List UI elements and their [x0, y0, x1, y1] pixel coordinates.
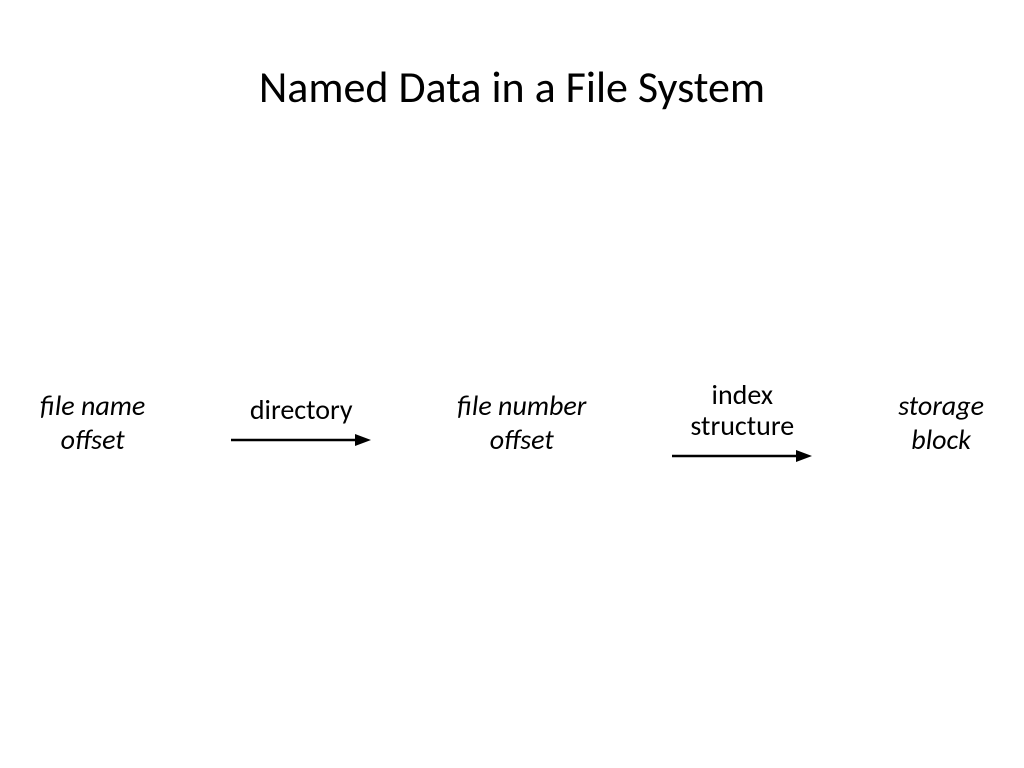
- node-file-number-offset: file number offset: [457, 389, 586, 456]
- node-text-line: storage: [898, 389, 984, 423]
- arrow-index-structure: index structure: [672, 380, 812, 466]
- slide-title: Named Data in a File System: [0, 60, 1024, 114]
- arrow-label-line: structure: [690, 408, 794, 443]
- arrow-label: directory: [250, 395, 353, 426]
- node-file-name-offset: file name offset: [40, 389, 145, 456]
- arrow-label: index structure: [690, 380, 794, 442]
- arrow-directory: directory: [231, 395, 371, 450]
- node-text-line: file name: [40, 389, 145, 423]
- node-text-line: offset: [61, 423, 125, 457]
- node-text-line: file number: [457, 389, 586, 423]
- node-text-line: offset: [490, 423, 554, 457]
- arrow-icon: [231, 430, 371, 450]
- node-text-line: block: [911, 423, 971, 457]
- node-storage-block: storage block: [898, 389, 984, 456]
- flow-diagram: file name offset directory file number o…: [40, 380, 984, 466]
- arrow-icon: [672, 446, 812, 466]
- arrow-label-line: index: [712, 377, 773, 412]
